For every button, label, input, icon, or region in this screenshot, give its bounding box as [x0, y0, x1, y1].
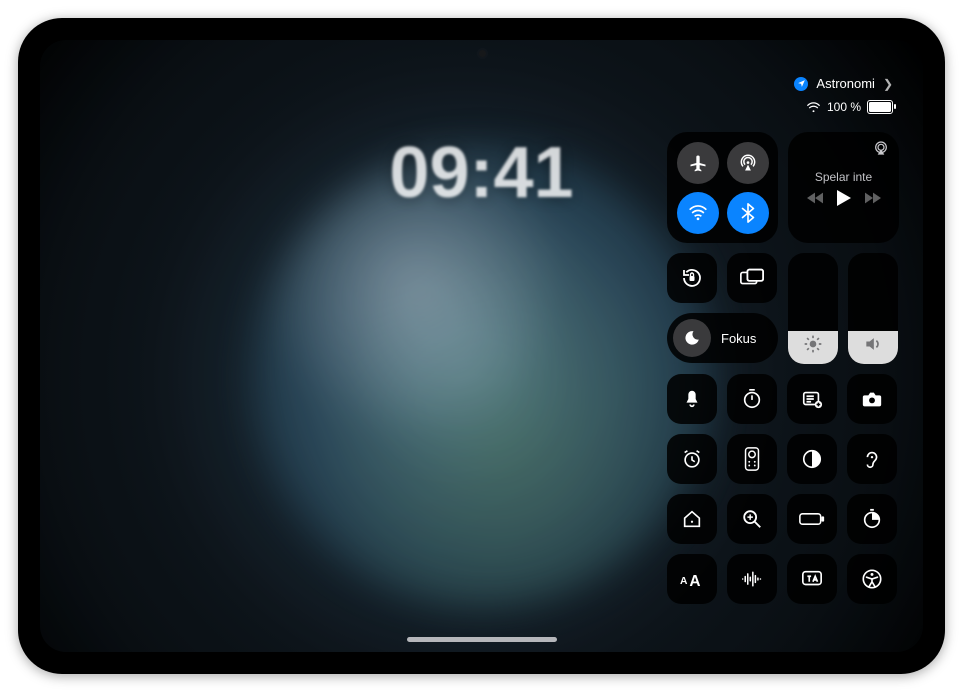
silent-mode-button[interactable]: [667, 374, 717, 424]
airplay-icon[interactable]: [873, 140, 889, 156]
screen-mirroring-button[interactable]: [727, 253, 777, 303]
media-transport: [807, 190, 881, 206]
svg-text:A: A: [689, 573, 700, 589]
svg-text:A: A: [680, 576, 688, 587]
dark-mode-button[interactable]: [787, 434, 837, 484]
accessibility-button[interactable]: [847, 554, 897, 604]
magnifier-icon: [741, 508, 763, 530]
prev-track-button[interactable]: [807, 192, 823, 204]
status-bar: 100 %: [806, 100, 893, 114]
translate-icon: [801, 568, 823, 590]
volume-slider[interactable]: [848, 253, 898, 364]
stopwatch-icon: [861, 508, 883, 530]
apple-tv-remote-button[interactable]: [727, 434, 777, 484]
home-indicator[interactable]: [407, 637, 557, 642]
moon-icon: [673, 319, 711, 357]
accessibility-icon: [861, 568, 883, 590]
camera-button[interactable]: [847, 374, 897, 424]
apple-tv-remote-icon: [742, 447, 762, 471]
voice-memos-button[interactable]: [727, 554, 777, 604]
dark-mode-icon: [801, 448, 823, 470]
camera-icon: [861, 388, 883, 410]
play-button[interactable]: [837, 190, 851, 206]
hearing-icon: [861, 448, 883, 470]
quick-note-icon: [801, 388, 823, 410]
now-playing-module[interactable]: Spelar inte: [788, 132, 899, 243]
text-size-button[interactable]: AA: [667, 554, 717, 604]
status-focus-row[interactable]: Astronomi ❯: [794, 76, 893, 91]
hearing-button[interactable]: [847, 434, 897, 484]
wifi-status-icon: [806, 102, 821, 113]
chevron-right-icon: ❯: [883, 77, 893, 91]
airplane-mode-toggle[interactable]: [677, 142, 719, 184]
focus-label: Fokus: [721, 331, 756, 346]
wifi-toggle[interactable]: [677, 192, 719, 234]
focus-button[interactable]: Fokus: [667, 313, 778, 363]
status-focus-label: Astronomi: [816, 76, 875, 91]
stopwatch-button[interactable]: [847, 494, 897, 544]
silent-mode-icon: [681, 388, 703, 410]
battery-text: 100 %: [827, 100, 861, 114]
lock-screen-time: 09:41: [389, 132, 573, 214]
translate-button[interactable]: [787, 554, 837, 604]
home-button[interactable]: [667, 494, 717, 544]
bluetooth-toggle[interactable]: [727, 192, 769, 234]
low-power-button[interactable]: [787, 494, 837, 544]
media-status-label: Spelar inte: [815, 170, 872, 184]
alarm-icon: [681, 448, 703, 470]
voice-memos-icon: [741, 569, 763, 589]
timer-button[interactable]: [727, 374, 777, 424]
low-power-icon: [799, 511, 825, 527]
location-icon: [794, 77, 808, 91]
magnifier-button[interactable]: [727, 494, 777, 544]
quick-note-button[interactable]: [787, 374, 837, 424]
battery-icon: [867, 100, 893, 114]
orientation-lock-button[interactable]: [667, 253, 717, 303]
control-center: Spelar inte: [667, 132, 899, 604]
connectivity-module[interactable]: [667, 132, 778, 243]
brightness-icon: [803, 334, 823, 354]
volume-icon: [863, 334, 883, 354]
ipad-frame: 09:41 Astronomi ❯ 100 %: [18, 18, 945, 674]
home-icon: [681, 508, 703, 530]
brightness-slider[interactable]: [788, 253, 838, 364]
alarm-button[interactable]: [667, 434, 717, 484]
text-size-icon: AA: [680, 569, 704, 589]
timer-icon: [741, 388, 763, 410]
airdrop-toggle[interactable]: [727, 142, 769, 184]
screen: 09:41 Astronomi ❯ 100 %: [40, 40, 923, 652]
next-track-button[interactable]: [865, 192, 881, 204]
